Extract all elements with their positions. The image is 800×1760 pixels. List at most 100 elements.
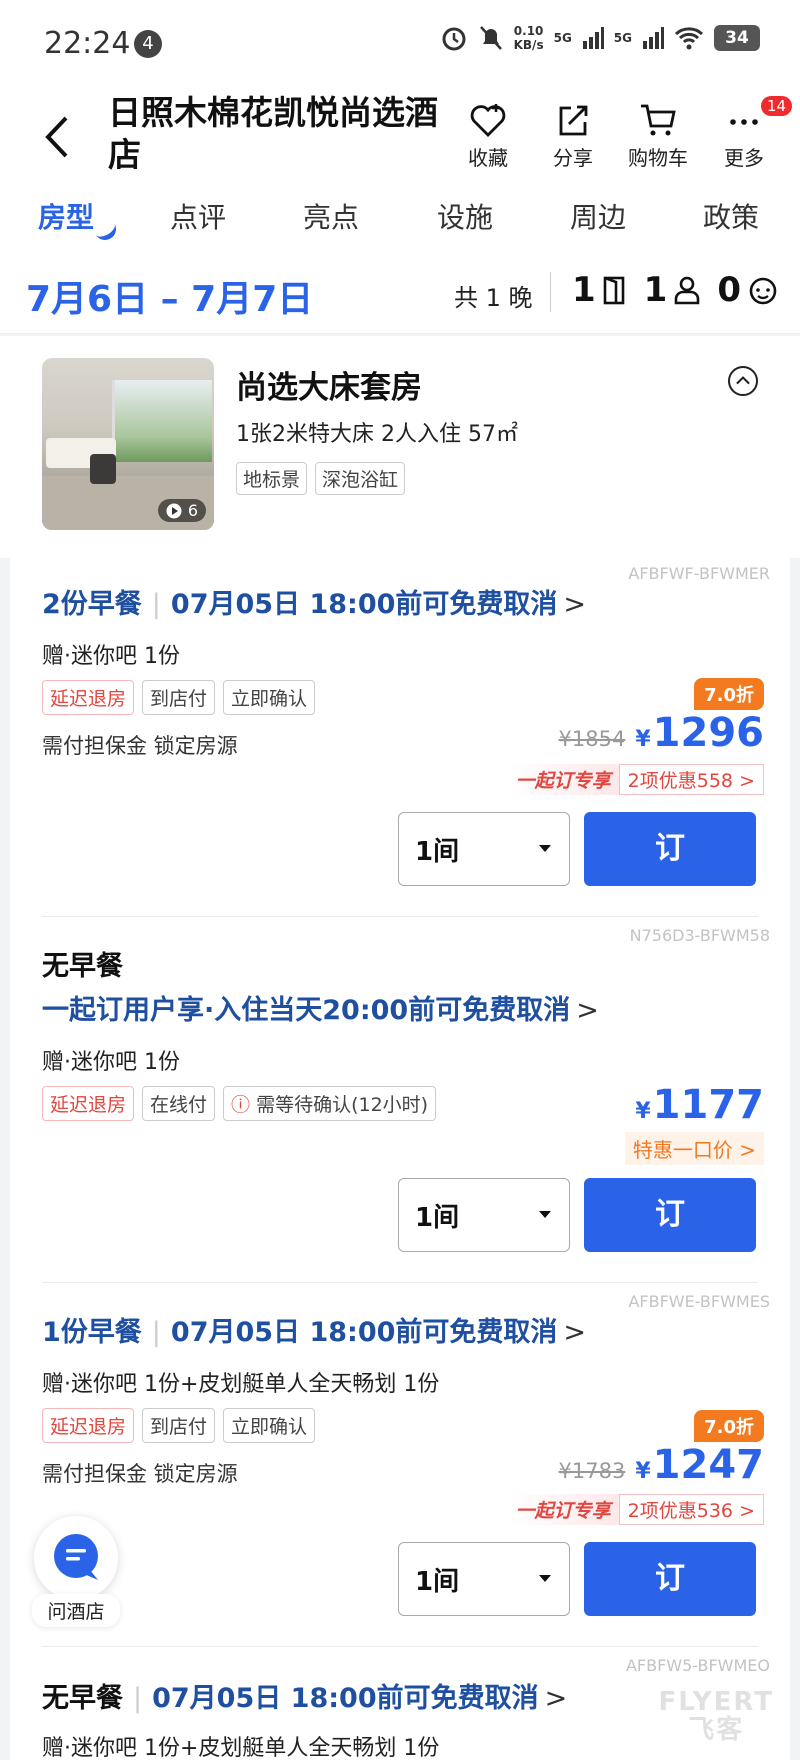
photo-count: 6 xyxy=(157,499,206,522)
date-guest-bar[interactable]: 7月6日 – 7月7日 共 1 晚 1 1 0 xyxy=(0,250,800,334)
room-quantity-select[interactable]: 1间 xyxy=(398,812,570,886)
stay-dates[interactable]: 7月6日 – 7月7日 xyxy=(26,270,313,322)
promo-coupons: 2项优惠558 > xyxy=(618,764,764,795)
watermark: FLYERT 飞客 xyxy=(658,1687,774,1745)
room-tags: 地标景 深泡浴缸 xyxy=(236,462,406,495)
price-amount: 1247 xyxy=(652,1442,764,1488)
wifi-icon xyxy=(674,27,704,50)
tab-reviews[interactable]: 点评 xyxy=(170,196,226,236)
quantity-value: 1间 xyxy=(415,1567,460,1597)
ask-hotel-label: 问酒店 xyxy=(32,1594,120,1627)
chevron-right-icon: > xyxy=(563,1317,587,1348)
price: ¥1854 ¥ 1296 xyxy=(559,710,764,756)
cancel-policy: 07月05日 18:00前可免费取消 xyxy=(170,589,558,620)
more-button[interactable]: 更多 14 xyxy=(702,96,792,171)
guarantee-info: 需付担保金 锁定房源 xyxy=(42,1462,238,1486)
favorite-label: 收藏 xyxy=(468,146,508,170)
share-button[interactable]: 分享 xyxy=(531,102,615,171)
book-button[interactable]: 订 xyxy=(584,1542,756,1616)
book-button[interactable]: 订 xyxy=(584,812,756,886)
room-tag: 地标景 xyxy=(236,462,308,495)
cancel-policy: 07月05日 18:00前可免费取消 xyxy=(170,1317,558,1348)
dropdown-arrow-icon xyxy=(539,845,551,852)
guest-selector[interactable]: 1 1 0 xyxy=(572,270,789,310)
photo-window xyxy=(112,380,212,462)
rate-list: AFBFWF-BFWMER 2份早餐 | 07月05日 18:00前可免费取消 > 赠… xyxy=(10,558,790,1760)
rate-code: AFBFWF-BFWMER xyxy=(628,564,770,583)
rate-tag: 立即确认 xyxy=(223,1408,316,1443)
tab-room-type[interactable]: 房型 xyxy=(38,196,94,236)
mute-bell-icon xyxy=(479,26,502,50)
rate-policy-line[interactable]: 一起订用户享·入住当天20:00前可免费取消 > xyxy=(42,988,599,1027)
share-label: 分享 xyxy=(553,146,593,170)
room-quantity-select[interactable]: 1间 xyxy=(398,1178,570,1252)
book-button[interactable]: 订 xyxy=(584,1178,756,1252)
back-arrow-icon[interactable] xyxy=(38,112,78,162)
info-icon: ⓘ xyxy=(231,1094,257,1116)
rate-tags: 延迟退房 在线付 ⓘ 需等待确认(12小时) xyxy=(42,1086,437,1121)
battery-icon: 34 xyxy=(714,25,760,51)
price: ¥ 1177 xyxy=(635,1082,764,1128)
guarantee-info: 需付担保金 锁定房源 xyxy=(42,734,238,758)
rate-tag: 到店付 xyxy=(142,680,216,715)
play-icon xyxy=(166,503,182,518)
divider xyxy=(42,1646,758,1647)
tab-facilities[interactable]: 设施 xyxy=(437,196,493,236)
rate-policy-line[interactable]: 无早餐 | 07月05日 18:00前可免费取消 > xyxy=(42,1676,567,1715)
more-badge: 14 xyxy=(760,96,792,116)
rate-tag: 延迟退房 xyxy=(42,1408,135,1443)
rate-policy-line[interactable]: 2份早餐 | 07月05日 18:00前可免费取消 > xyxy=(42,582,586,621)
rate-tag: 延迟退房 xyxy=(42,1086,135,1121)
tab-highlights[interactable]: 亮点 xyxy=(303,196,359,236)
room-quantity-select[interactable]: 1间 xyxy=(398,1542,570,1616)
hotel-title: 日照木棉花凯悦尚选酒店 xyxy=(108,93,438,174)
meal-label: 2份早餐 xyxy=(42,589,142,620)
room-card[interactable]: 6 尚选大床套房 1张2米特大床 2人入住 57㎡ 地标景 深泡浴缸 xyxy=(0,336,800,558)
separator: | xyxy=(151,589,161,620)
promo-label: 一起订专享 xyxy=(507,764,619,795)
tab-policy[interactable]: 政策 xyxy=(703,196,759,236)
child-icon xyxy=(749,277,777,305)
rooms-count: 1 xyxy=(572,270,596,310)
rate-code: AFBFW5-BFWMEO xyxy=(625,1656,770,1675)
chevron-right-icon: > xyxy=(576,995,599,1026)
chat-bubble-container xyxy=(34,1516,118,1600)
quantity-value: 1间 xyxy=(415,1203,460,1233)
rate-code: AFBFWE-BFWMES xyxy=(628,1292,770,1311)
currency: ¥ xyxy=(635,1459,651,1484)
more-dots-icon xyxy=(730,119,758,125)
favorite-button[interactable]: 收藏 xyxy=(446,102,530,171)
signal-bars-icon xyxy=(643,27,664,49)
promo-coupons: 2项优惠536 > xyxy=(618,1494,764,1525)
dropdown-arrow-icon xyxy=(539,1575,551,1582)
detail-tabs: 房型 点评 亮点 设施 周边 政策 xyxy=(0,188,800,250)
rate-plans: AFBFWF-BFWMER 2份早餐 | 07月05日 18:00前可免费取消 > 赠… xyxy=(0,558,800,1760)
status-bar: 22:24 4 0.10 KB/s 5G 5G 34 xyxy=(0,0,800,88)
dropdown-arrow-icon xyxy=(539,1211,551,1218)
rate-tags: 延迟退房 到店付 立即确认 xyxy=(42,1408,316,1443)
divider xyxy=(550,272,551,312)
rate-tag: 立即确认 xyxy=(223,680,316,715)
promo-info[interactable]: 一起订专享 2项优惠558 > xyxy=(507,764,764,795)
rate-tag: 延迟退房 xyxy=(42,680,135,715)
rate-policy-line[interactable]: 1份早餐 | 07月05日 18:00前可免费取消 > xyxy=(42,1310,586,1349)
children-count: 0 xyxy=(717,270,742,310)
ask-hotel-button[interactable]: 问酒店 xyxy=(32,1516,120,1628)
tab-nearby[interactable]: 周边 xyxy=(570,196,626,236)
door-icon xyxy=(603,276,624,305)
discount-badge: 7.0折 xyxy=(694,1410,764,1442)
photo-chair xyxy=(90,454,116,484)
rate-tag: 到店付 xyxy=(142,1408,216,1443)
room-photo[interactable]: 6 xyxy=(42,358,214,530)
divider xyxy=(42,1282,758,1283)
collapse-icon[interactable] xyxy=(728,366,758,396)
room-tag: 深泡浴缸 xyxy=(315,462,406,495)
currency: ¥ xyxy=(635,727,651,752)
cancel-policy: 一起订用户享·入住当天20:00前可免费取消 xyxy=(42,995,571,1026)
special-price-tag[interactable]: 特惠一口价 > xyxy=(624,1132,764,1165)
cart-button[interactable]: 购物车 xyxy=(616,102,700,171)
price: ¥1783 ¥ 1247 xyxy=(559,1442,764,1488)
separator: | xyxy=(151,1317,161,1348)
promo-info[interactable]: 一起订专享 2项优惠536 > xyxy=(507,1494,764,1525)
gift-info: 赠·迷你吧 1份+皮划艇单人全天畅划 1份 xyxy=(42,1736,440,1760)
